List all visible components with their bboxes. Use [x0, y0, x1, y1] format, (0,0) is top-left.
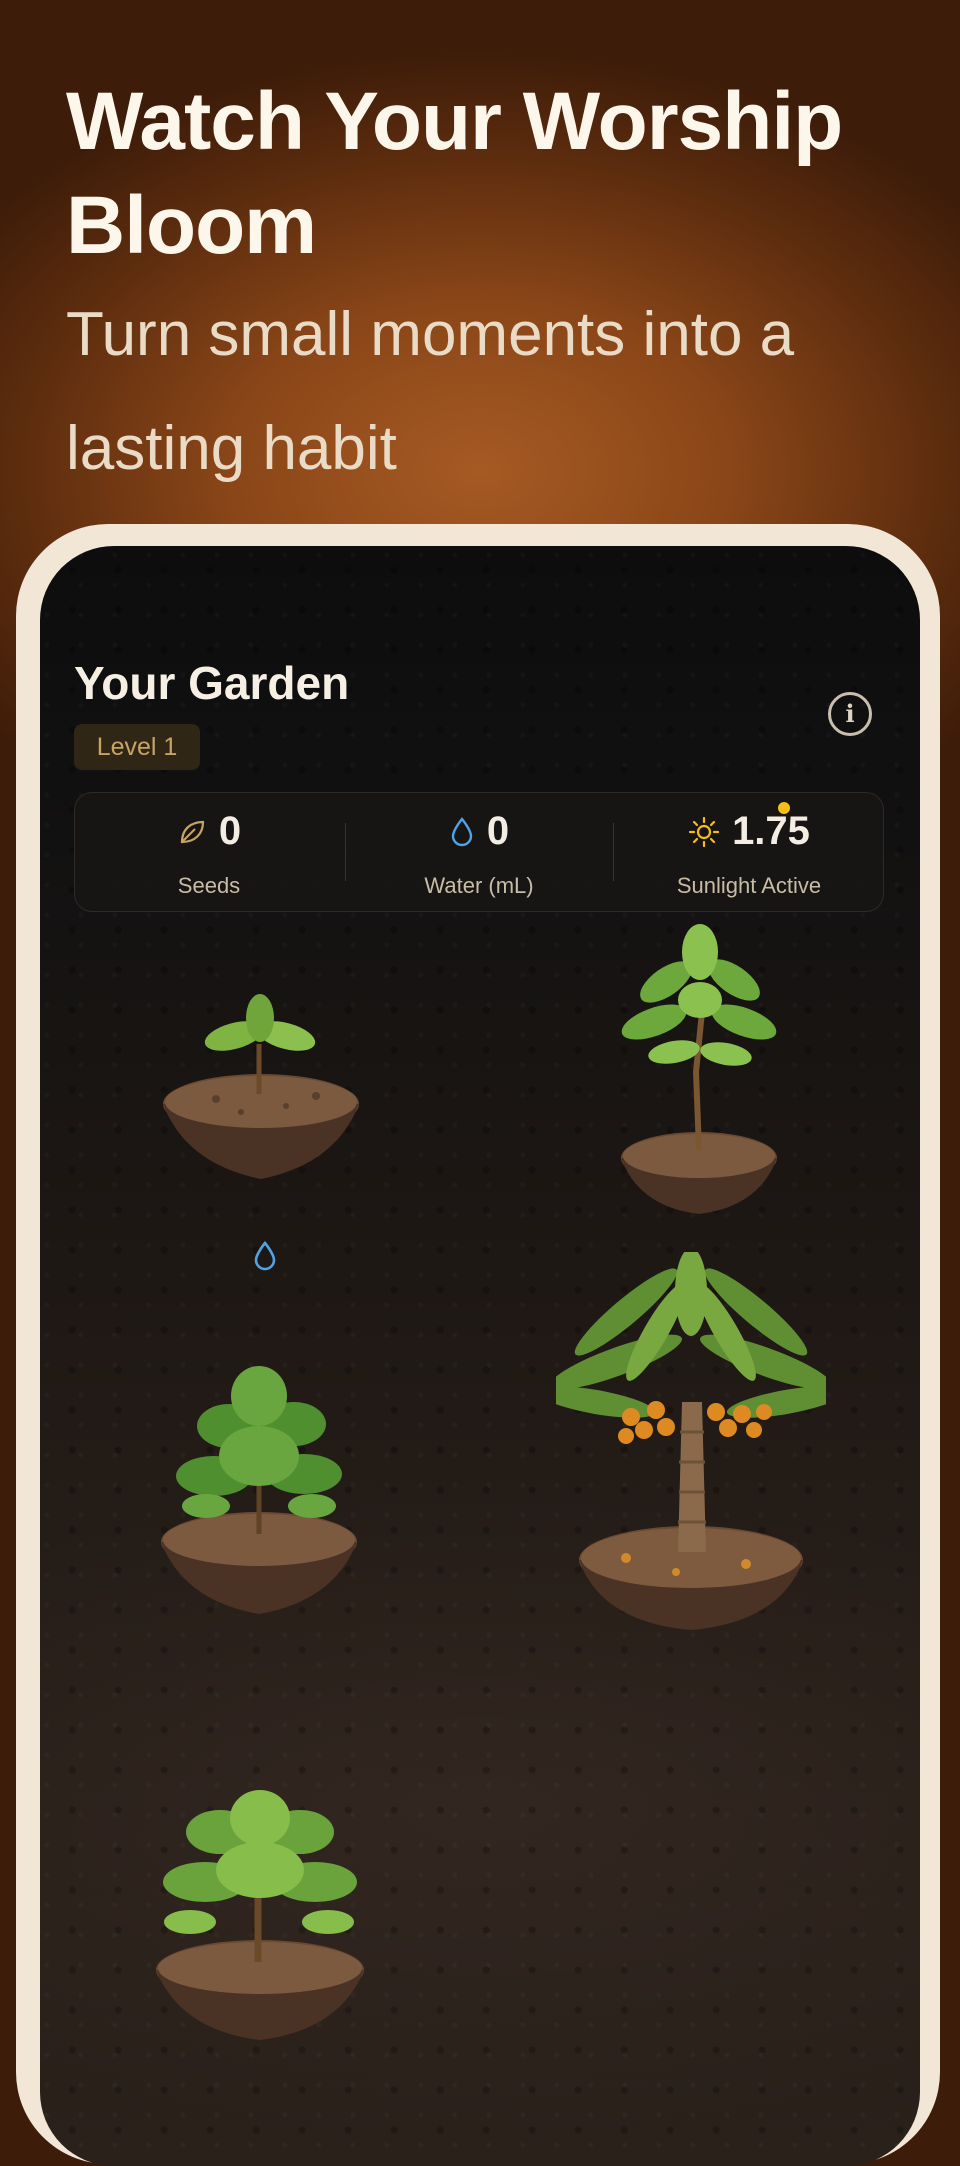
seeds-label: Seeds	[177, 873, 241, 898]
info-button[interactable]: i	[828, 692, 872, 736]
leaf-icon	[180, 820, 204, 843]
stat-divider	[613, 823, 614, 881]
sunlight-value: 1.75	[732, 809, 810, 853]
seeds-value: 0	[218, 809, 242, 853]
water-drop-icon	[451, 816, 473, 846]
plant-sprout[interactable]	[156, 974, 366, 1186]
water-drop-icon[interactable]	[252, 1240, 278, 1272]
info-icon: i	[845, 699, 855, 728]
sunlight-active-dot	[778, 802, 790, 814]
app-screen: Your Garden Level 1 i 0 Seeds 0 Water (m…	[40, 546, 920, 2166]
water-label: Water (mL)	[424, 873, 534, 898]
subheadline: Turn small moments into a lasting habit	[66, 300, 795, 483]
level-badge: Level 1	[74, 724, 200, 770]
sunlight-label: Sunlight Active	[676, 873, 822, 898]
water-value: 0	[486, 809, 510, 853]
plant-young-tree[interactable]	[150, 1782, 370, 2042]
plant-sapling[interactable]	[604, 922, 794, 1222]
plant-bush[interactable]	[154, 1356, 364, 1618]
garden-title: Your Garden	[74, 657, 350, 709]
stat-sunlight: 1.75 Sunlight Active	[615, 793, 883, 911]
plant-date-palm[interactable]	[556, 1252, 826, 1632]
stat-seeds: 0 Seeds	[75, 793, 343, 911]
sun-icon	[688, 816, 720, 847]
stats-bar: 0 Seeds 0 Water (mL) 1.75 Sunlight Activ…	[74, 792, 884, 912]
headline: Watch Your Worship Bloom	[66, 76, 843, 271]
stat-water: 0 Water (mL)	[345, 793, 613, 911]
